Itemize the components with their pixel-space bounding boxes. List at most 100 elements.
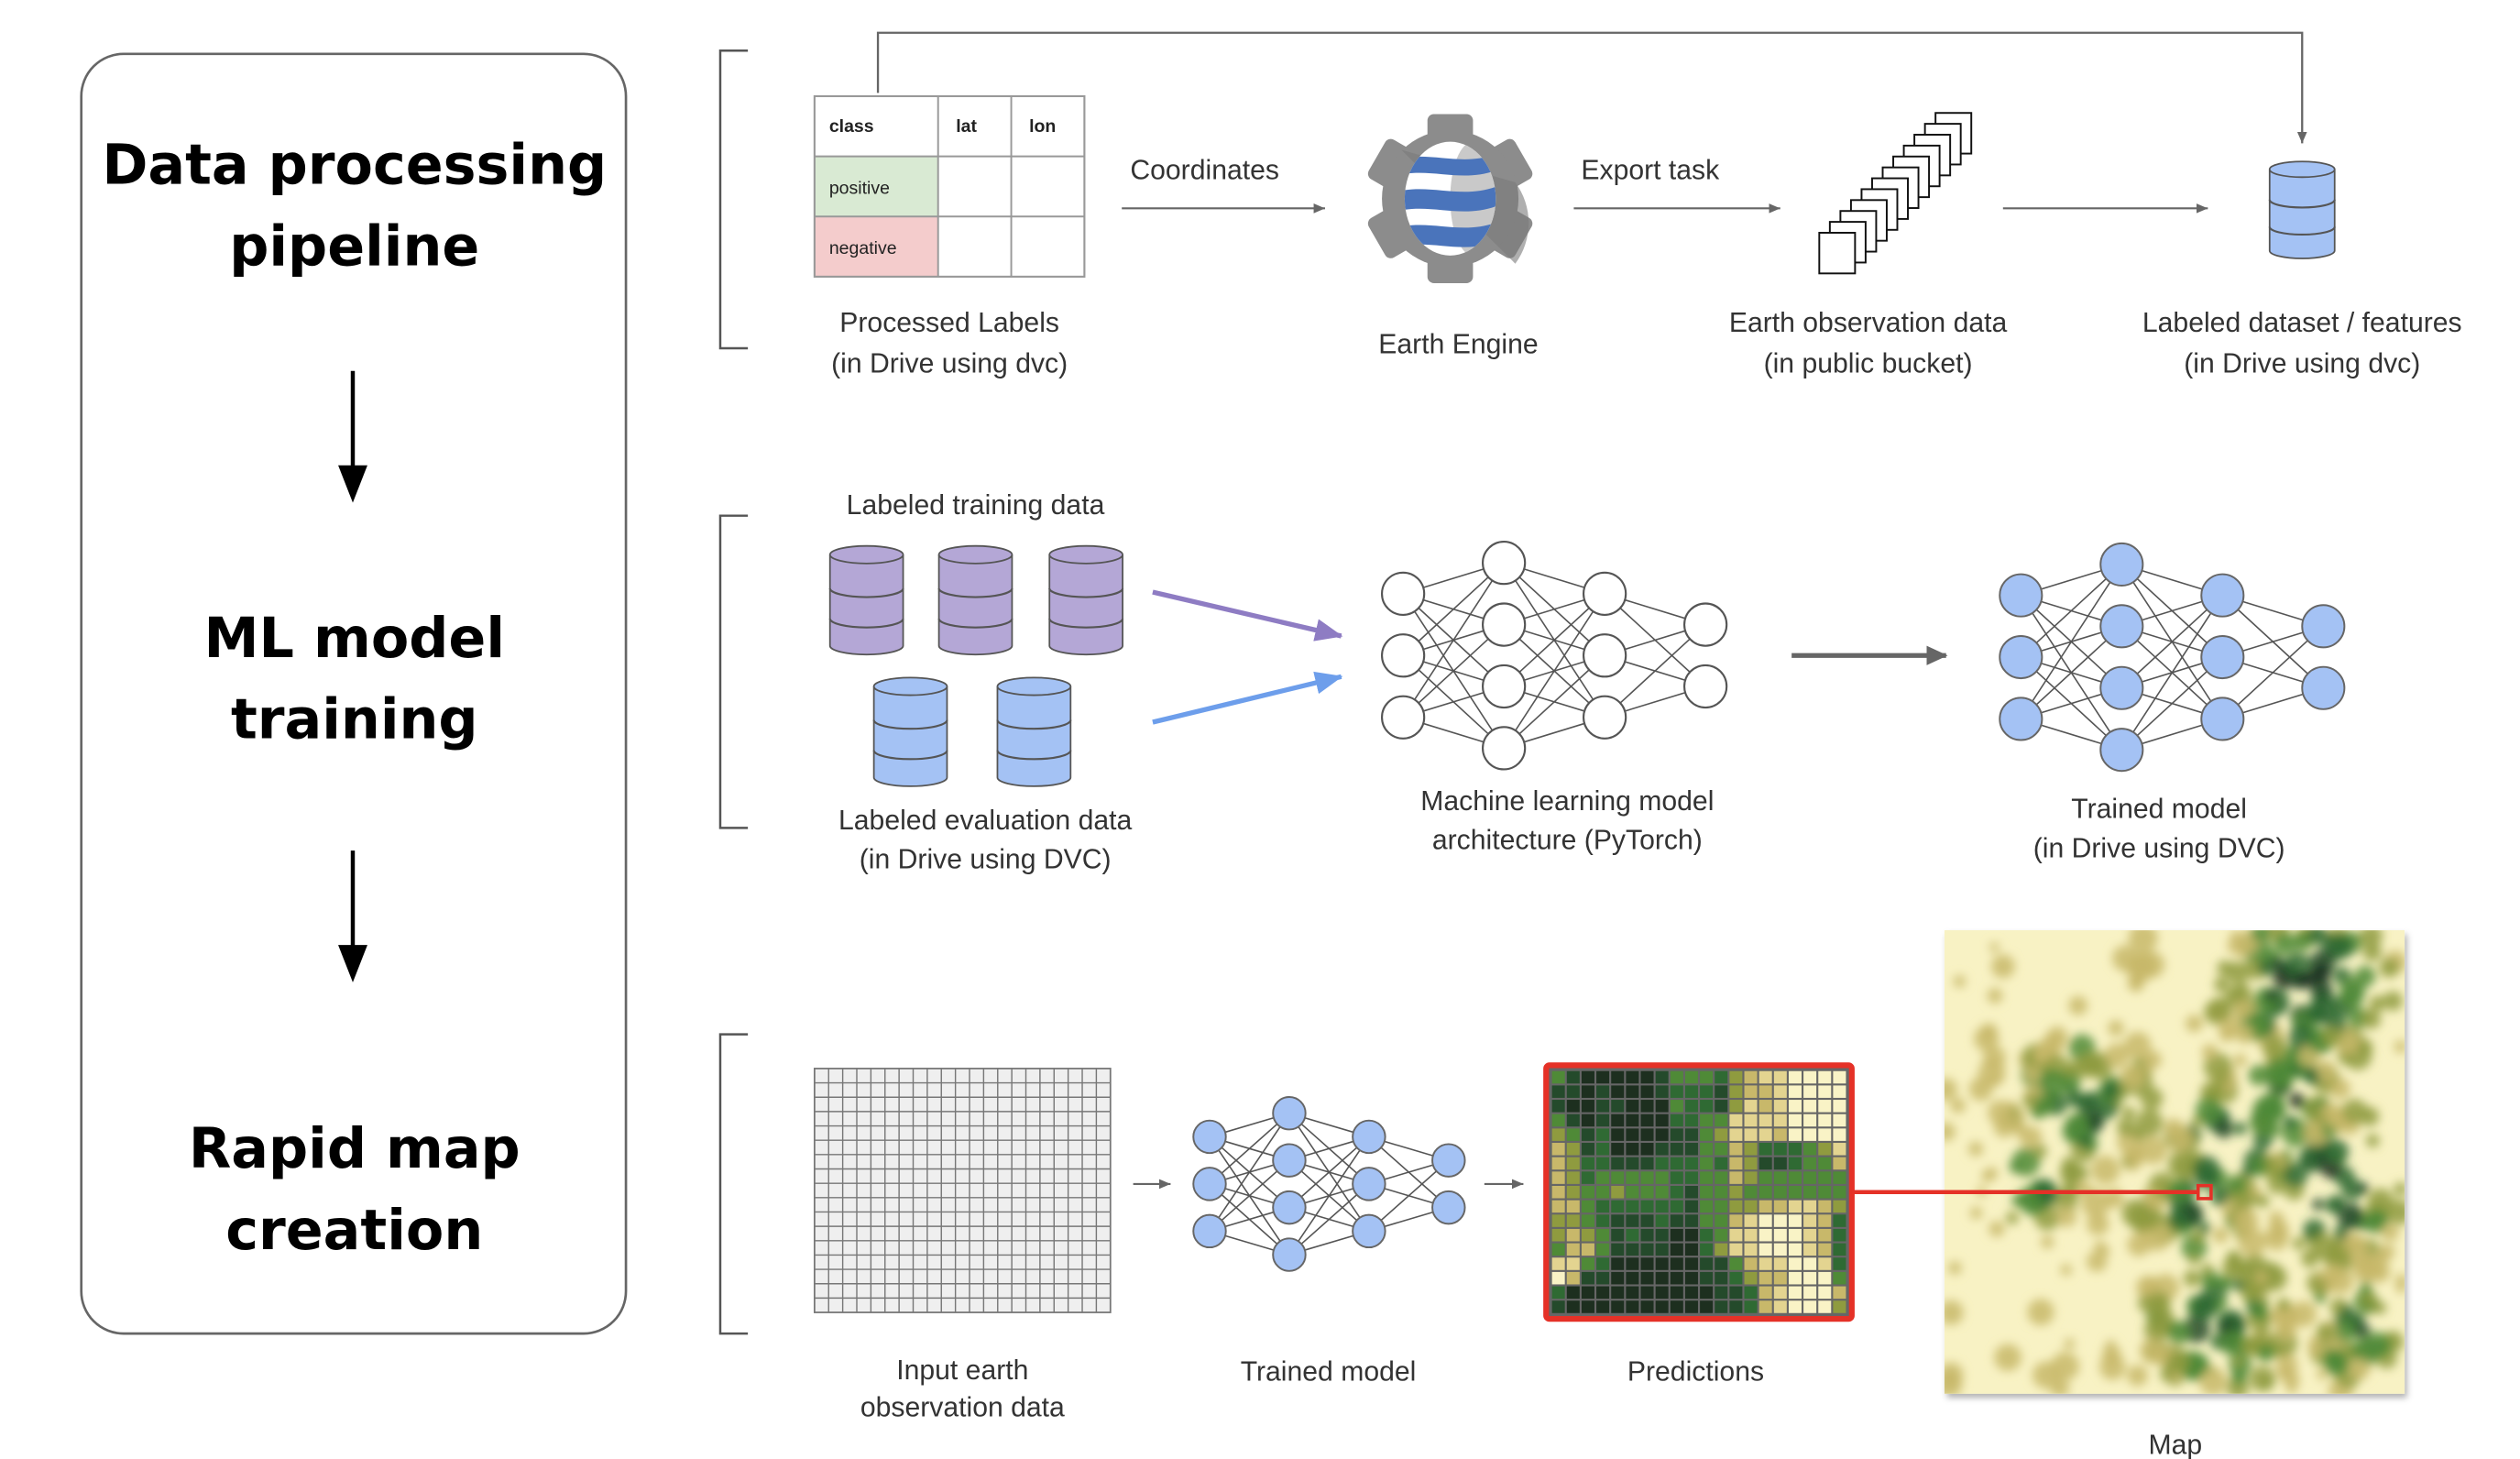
prediction-cell <box>1818 1286 1832 1300</box>
prediction-cell <box>1611 1185 1625 1199</box>
prediction-cell <box>1759 1271 1772 1285</box>
network-node <box>1583 695 1627 740</box>
prediction-cell <box>1655 1085 1669 1098</box>
processed-labels-caption: Processed Labels <box>839 308 1059 338</box>
prediction-cell <box>1596 1300 1610 1313</box>
prediction-cell <box>1581 1143 1594 1156</box>
prediction-cell <box>1640 1100 1654 1113</box>
prediction-cell <box>1715 1113 1728 1127</box>
prediction-cell <box>1626 1113 1639 1127</box>
prediction-cell <box>1818 1171 1832 1184</box>
prediction-cell <box>1640 1113 1654 1127</box>
prediction-cell <box>1833 1113 1846 1127</box>
prediction-cell <box>1655 1171 1669 1184</box>
network-node <box>1999 635 2043 680</box>
prediction-cell <box>1670 1113 1683 1127</box>
labeled-dataset-caption: Labeled dataset / features <box>2142 308 2462 338</box>
prediction-cell <box>1833 1171 1846 1184</box>
prediction-cell <box>1729 1085 1743 1098</box>
prediction-cell <box>1788 1271 1802 1285</box>
prediction-cell <box>1788 1243 1802 1256</box>
prediction-cell <box>1655 1100 1669 1113</box>
prediction-cell <box>1684 1157 1698 1170</box>
prediction-cell <box>1759 1171 1772 1184</box>
prediction-cell <box>1833 1185 1846 1199</box>
prediction-cell <box>1670 1085 1683 1098</box>
prediction-cell <box>1833 1085 1846 1098</box>
prediction-cell <box>1715 1228 1728 1242</box>
prediction-cell <box>1759 1143 1772 1156</box>
prediction-cell <box>1626 1100 1639 1113</box>
prediction-cell <box>1729 1257 1743 1270</box>
network-node <box>1583 633 1627 678</box>
prediction-cell <box>1670 1243 1683 1256</box>
prediction-cell <box>1818 1228 1832 1242</box>
prediction-cell <box>1670 1300 1683 1313</box>
prediction-cell <box>1581 1171 1594 1184</box>
prediction-cell <box>1818 1185 1832 1199</box>
prediction-cell <box>1788 1200 1802 1213</box>
prediction-cell <box>1611 1200 1625 1213</box>
prediction-cell <box>1759 1286 1772 1300</box>
prediction-cell <box>1803 1200 1817 1213</box>
prediction-cell <box>1551 1085 1565 1098</box>
evaluation-db-icon <box>872 676 948 787</box>
prediction-cell <box>1803 1228 1817 1242</box>
prediction-cell <box>1833 1271 1846 1285</box>
prediction-cell <box>1626 1300 1639 1313</box>
row-ml-training: Labeled training data Labeled evaluation… <box>828 490 2346 875</box>
prediction-cell <box>1551 1185 1565 1199</box>
prediction-cell <box>1715 1300 1728 1313</box>
prediction-cell <box>1670 1100 1683 1113</box>
prediction-cell <box>1759 1157 1772 1170</box>
prediction-cell <box>1640 1157 1654 1170</box>
prediction-cell <box>1581 1157 1594 1170</box>
prediction-cell <box>1818 1070 1832 1084</box>
prediction-cell <box>1640 1128 1654 1141</box>
prediction-cell <box>1670 1214 1683 1227</box>
prediction-cell <box>1684 1070 1698 1084</box>
prediction-cell <box>1744 1113 1758 1127</box>
prediction-cell <box>1611 1214 1625 1227</box>
training-db-icon <box>937 544 1013 656</box>
prediction-cell <box>1759 1185 1772 1199</box>
prediction-cell <box>1744 1300 1758 1313</box>
prediction-cell <box>1684 1300 1698 1313</box>
prediction-cell <box>1700 1085 1714 1098</box>
prediction-cell <box>1700 1300 1714 1313</box>
prediction-cell <box>1611 1070 1625 1084</box>
prediction-cell <box>1596 1100 1610 1113</box>
prediction-cell <box>1744 1257 1758 1270</box>
prediction-cell <box>1803 1300 1817 1313</box>
prediction-cell <box>1773 1100 1787 1113</box>
prediction-cell <box>1566 1271 1580 1285</box>
prediction-cell <box>1596 1085 1610 1098</box>
prediction-cell <box>1803 1185 1817 1199</box>
prediction-cell <box>1773 1228 1787 1242</box>
trained-model-caption: Trained model <box>2071 795 2247 825</box>
prediction-cell <box>1581 1286 1594 1300</box>
prediction-cell <box>1818 1243 1832 1256</box>
prediction-cell <box>1715 1200 1728 1213</box>
prediction-cell <box>1773 1085 1787 1098</box>
evaluation-db-icon <box>996 676 1072 787</box>
prediction-cell <box>1640 1085 1654 1098</box>
stage-title-ml-training-line1: ML model <box>204 607 505 671</box>
prediction-cell <box>1715 1100 1728 1113</box>
prediction-cell <box>1684 1100 1698 1113</box>
table-header-class: class <box>829 116 874 137</box>
prediction-cell <box>1744 1143 1758 1156</box>
prediction-cell <box>1818 1143 1832 1156</box>
earth-engine-label: Earth Engine <box>1378 329 1538 359</box>
prediction-cell <box>1729 1070 1743 1084</box>
prediction-cell <box>1773 1171 1787 1184</box>
network-node <box>1272 1095 1307 1131</box>
feedback-connector <box>876 31 2307 144</box>
row1-bracket <box>718 49 749 350</box>
prediction-cell <box>1803 1171 1817 1184</box>
prediction-cell <box>1655 1228 1669 1242</box>
eo-data-caption: Earth observation data <box>1729 308 2008 338</box>
prediction-cell <box>1551 1113 1565 1127</box>
prediction-cell <box>1596 1257 1610 1270</box>
prediction-cell <box>1833 1243 1846 1256</box>
